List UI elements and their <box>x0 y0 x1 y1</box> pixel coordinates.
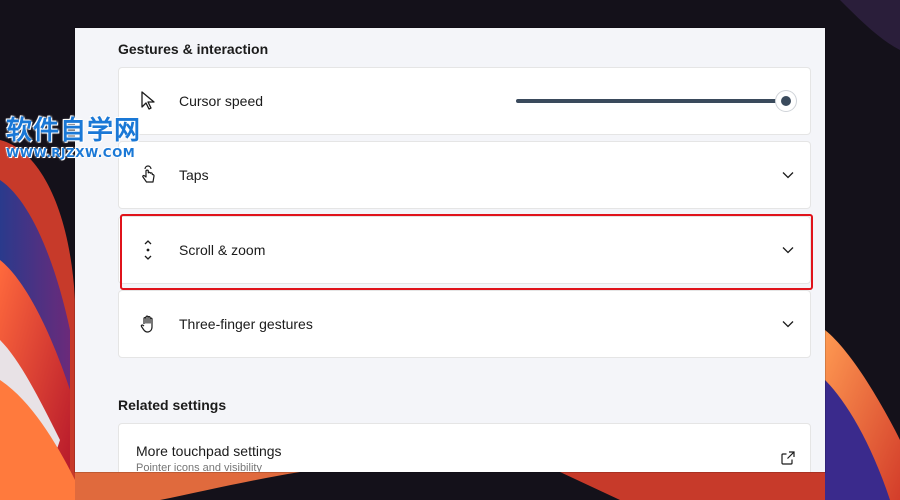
tap-hand-icon <box>137 164 159 186</box>
more-touchpad-row[interactable]: More touchpad settings Pointer icons and… <box>118 423 811 472</box>
scroll-zoom-row[interactable]: Scroll & zoom <box>118 216 811 284</box>
hand-icon <box>137 313 159 335</box>
gestures-section-title: Gestures & interaction <box>118 41 269 57</box>
watermark-logo: 软件自学网 WWW.RJZXW.COM <box>6 116 156 160</box>
more-touchpad-label: More touchpad settings <box>136 443 282 459</box>
chevron-down-icon[interactable] <box>778 314 798 334</box>
three-finger-row[interactable]: Three-finger gestures <box>118 290 811 358</box>
cursor-speed-label: Cursor speed <box>179 93 264 109</box>
more-touchpad-sublabel: Pointer icons and visibility <box>136 462 262 472</box>
taps-row[interactable]: Taps <box>118 141 811 209</box>
cursor-speed-slider[interactable] <box>516 91 796 111</box>
cursor-icon <box>137 90 159 112</box>
scroll-zoom-label: Scroll & zoom <box>179 242 266 258</box>
watermark-url: WWW.RJZXW.COM <box>6 146 136 160</box>
open-external-icon[interactable] <box>780 450 796 466</box>
scroll-icon <box>137 239 159 261</box>
related-section-title: Related settings <box>118 397 227 413</box>
three-finger-label: Three-finger gestures <box>179 316 313 332</box>
cursor-speed-row: Cursor speed <box>118 67 811 135</box>
slider-thumb[interactable] <box>776 91 796 111</box>
chevron-down-icon[interactable] <box>778 240 798 260</box>
watermark-title: 软件自学网 <box>6 116 142 146</box>
taps-label: Taps <box>179 167 209 183</box>
slider-track <box>516 99 796 103</box>
settings-panel: Gestures & interaction Cursor speed Taps <box>75 28 825 472</box>
chevron-down-icon[interactable] <box>778 165 798 185</box>
